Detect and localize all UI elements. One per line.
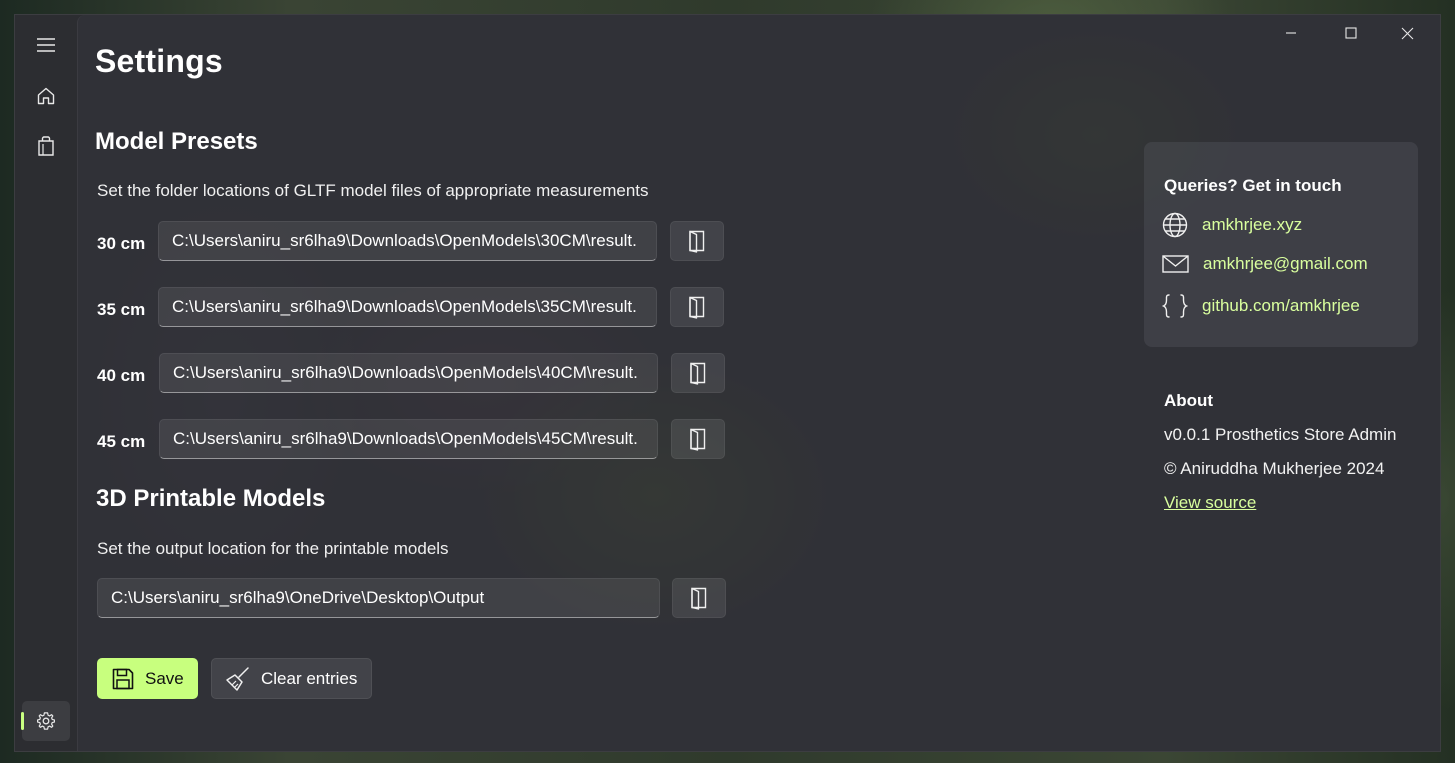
open-folder-icon (687, 295, 707, 319)
browse-folder-button-40[interactable] (671, 353, 725, 393)
preset-path-input-45[interactable]: C:\Users\aniru_sr6lha9\Downloads\OpenMod… (159, 419, 658, 459)
browse-folder-button-45[interactable] (671, 419, 725, 459)
open-folder-icon (689, 586, 709, 610)
code-braces-icon (1162, 293, 1188, 319)
save-button[interactable]: Save (97, 658, 198, 699)
preset-label-30: 30 cm (97, 234, 146, 253)
model-presets-heading: Model Presets (95, 128, 258, 155)
globe-icon (1162, 212, 1188, 238)
shopping-bag-icon (36, 135, 56, 157)
copyright-text: © Aniruddha Mukherjee 2024 (1164, 459, 1385, 478)
nav-rail (15, 15, 77, 751)
browse-output-folder-button[interactable] (672, 578, 726, 618)
preset-label-45: 45 cm (97, 432, 146, 451)
printable-models-heading: 3D Printable Models (96, 485, 326, 512)
clear-entries-button[interactable]: Clear entries (211, 658, 372, 699)
hamburger-menu-button[interactable] (22, 25, 70, 65)
close-button[interactable] (1379, 15, 1436, 51)
page-title: Settings (95, 43, 223, 79)
contact-card: Queries? Get in touch amkhrjee.xyz amkhr… (1144, 142, 1418, 347)
github-link[interactable]: github.com/amkhrjee (1162, 293, 1360, 319)
browse-folder-button-35[interactable] (670, 287, 724, 327)
mail-icon (1162, 254, 1189, 274)
open-folder-icon (687, 229, 707, 253)
open-folder-icon (688, 361, 708, 385)
printable-models-description: Set the output location for the printabl… (97, 539, 449, 558)
clear-entries-label: Clear entries (261, 668, 358, 688)
email-link-label: amkhrjee@gmail.com (1203, 254, 1368, 273)
contact-card-title: Queries? Get in touch (1164, 176, 1342, 195)
maximize-button[interactable] (1322, 15, 1379, 51)
github-link-label: github.com/amkhrjee (1202, 296, 1360, 315)
email-link[interactable]: amkhrjee@gmail.com (1162, 254, 1368, 274)
browse-folder-button-30[interactable] (670, 221, 724, 261)
preset-label-40: 40 cm (97, 366, 146, 385)
model-presets-description: Set the folder locations of GLTF model f… (97, 181, 649, 200)
nav-item-store[interactable] (22, 126, 70, 166)
view-source-link[interactable]: View source (1164, 493, 1256, 513)
about-heading: About (1164, 391, 1214, 410)
settings-gear-icon (36, 711, 56, 731)
preset-path-input-30[interactable]: C:\Users\aniru_sr6lha9\Downloads\OpenMod… (158, 221, 657, 261)
open-folder-icon (688, 427, 708, 451)
preset-label-35: 35 cm (97, 300, 146, 319)
minimize-icon (1285, 27, 1297, 39)
nav-item-settings[interactable] (22, 701, 70, 741)
close-icon (1401, 27, 1414, 40)
output-path-input[interactable]: C:\Users\aniru_sr6lha9\OneDrive\Desktop\… (97, 578, 660, 618)
minimize-button[interactable] (1262, 15, 1319, 51)
hamburger-menu-icon (36, 37, 56, 53)
app-window: Settings Model Presets Set the folder lo… (14, 14, 1441, 752)
preset-path-input-35[interactable]: C:\Users\aniru_sr6lha9\Downloads\OpenMod… (158, 287, 657, 327)
broom-icon (225, 666, 251, 692)
website-link[interactable]: amkhrjee.xyz (1162, 212, 1302, 238)
save-button-label: Save (145, 668, 184, 688)
nav-item-home[interactable] (22, 76, 70, 116)
save-floppy-icon (111, 667, 135, 691)
preset-path-input-40[interactable]: C:\Users\aniru_sr6lha9\Downloads\OpenMod… (159, 353, 658, 393)
app-version: v0.0.1 Prosthetics Store Admin (1164, 425, 1397, 444)
home-icon (36, 86, 56, 106)
maximize-icon (1344, 27, 1357, 39)
website-link-label: amkhrjee.xyz (1202, 215, 1303, 234)
